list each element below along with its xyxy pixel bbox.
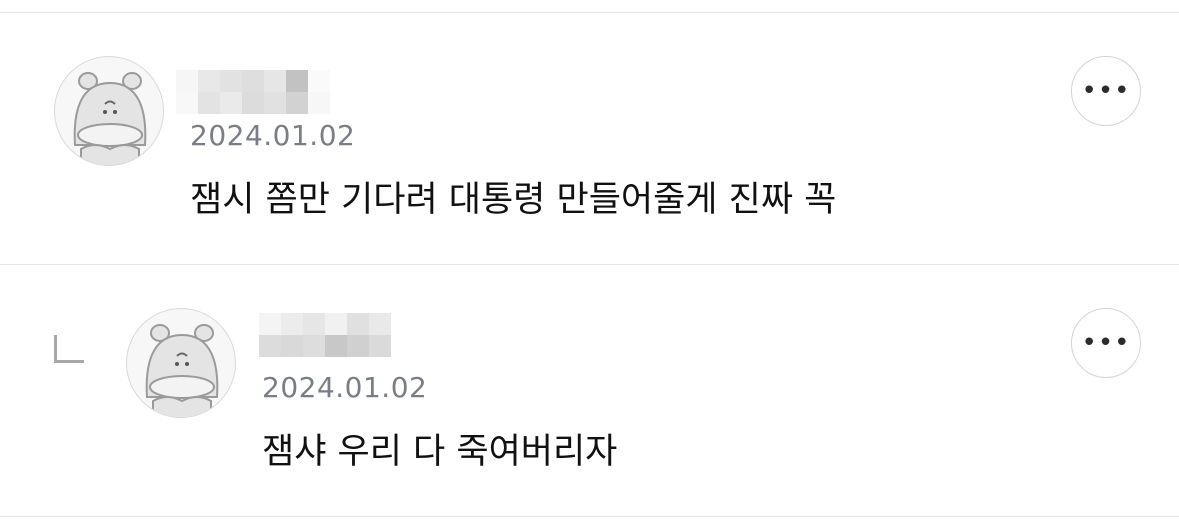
comment-date: 2024.01.02 bbox=[190, 119, 356, 152]
top-divider bbox=[0, 12, 1179, 13]
comment-divider bbox=[0, 264, 1179, 265]
blurred-username bbox=[176, 70, 330, 114]
comment-text: 잼샤 우리 다 죽여버리자 bbox=[262, 432, 618, 472]
user-avatar[interactable] bbox=[54, 56, 164, 166]
more-options-button[interactable]: ••• bbox=[1071, 308, 1141, 378]
comment-date: 2024.01.02 bbox=[262, 371, 428, 404]
bottom-divider bbox=[0, 516, 1179, 517]
hippo-avatar-icon bbox=[73, 72, 147, 165]
more-options-button[interactable]: ••• bbox=[1071, 56, 1141, 126]
blurred-username bbox=[259, 313, 413, 357]
more-options-icon: ••• bbox=[1081, 76, 1131, 106]
comment-text: 잼시 쫌만 기다려 대통령 만들어줄게 진짜 꼭 bbox=[190, 180, 837, 220]
user-avatar[interactable] bbox=[126, 308, 236, 418]
more-options-icon: ••• bbox=[1081, 328, 1131, 358]
reply-indicator-icon bbox=[54, 335, 84, 363]
hippo-avatar-icon bbox=[145, 324, 219, 417]
